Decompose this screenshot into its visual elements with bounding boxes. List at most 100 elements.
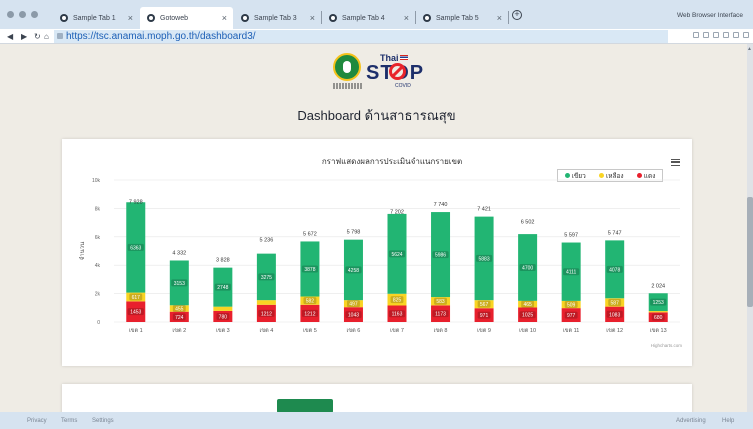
total-label: 6 502	[521, 220, 535, 226]
chart-credit[interactable]: Highcharts.com	[651, 343, 682, 348]
moph-label	[333, 83, 363, 89]
zoom-icon[interactable]	[693, 32, 699, 38]
tab-gotoweb[interactable]: Gotoweb ×	[140, 7, 233, 29]
x-tick-label: เขต 1	[129, 328, 143, 334]
data-label-green: 6363	[130, 245, 141, 251]
tab-label: Gotoweb	[160, 14, 189, 22]
globe-icon	[60, 14, 68, 22]
reader-icon[interactable]	[703, 32, 709, 38]
close-icon[interactable]: ×	[310, 13, 315, 23]
x-tick-label: เขต 10	[519, 328, 536, 334]
data-label-red: 1083	[609, 312, 620, 318]
total-label: 7 202	[390, 210, 404, 216]
y-tick-label: 6k	[95, 235, 101, 241]
maximize-window-button[interactable]	[31, 11, 38, 18]
data-label-red: 680	[654, 315, 663, 321]
print-icon[interactable]	[733, 32, 739, 38]
close-window-button[interactable]	[7, 11, 14, 18]
data-label-green: 4258	[348, 268, 359, 274]
footer-link-advertising[interactable]: Advertising	[676, 418, 706, 424]
cloud-icon[interactable]	[723, 32, 729, 38]
data-label-red: 977	[567, 313, 576, 319]
forward-icon[interactable]: ▶	[21, 32, 27, 41]
url-input[interactable]: https://tsc.anamai.moph.go.th/dashboard3…	[54, 30, 668, 43]
footer-link-settings[interactable]: Settings	[92, 418, 114, 424]
green-button[interactable]	[277, 399, 333, 412]
tab-sample-5[interactable]: Sample Tab 5 ×	[416, 7, 508, 29]
globe-icon	[147, 14, 155, 22]
tab-sample-1[interactable]: Sample Tab 1 ×	[53, 7, 139, 29]
data-label-red: 1453	[130, 310, 141, 316]
tab-bar: Sample Tab 1 × Gotoweb × Sample Tab 3 × …	[0, 0, 753, 29]
x-tick-label: เขต 3	[216, 328, 230, 334]
tab-sample-4[interactable]: Sample Tab 4 ×	[322, 7, 415, 29]
footer-link-privacy[interactable]: Privacy	[27, 418, 47, 424]
menu-icon[interactable]	[743, 32, 749, 38]
tab-sample-3[interactable]: Sample Tab 3 ×	[234, 7, 321, 29]
total-label: 7 740	[434, 202, 448, 208]
footer-link-help[interactable]: Help	[722, 418, 734, 424]
data-label-yellow: 455	[175, 306, 184, 312]
data-label-yellow: 465	[523, 302, 532, 308]
total-label: 5 747	[608, 230, 622, 236]
chart-card: กราฟแสดงผลการประเมินจำแนกรายเขต เขียว เห…	[62, 139, 692, 366]
data-label-yellow: 587	[611, 300, 620, 306]
total-label: 5 597	[564, 233, 578, 239]
home-icon[interactable]: ⌂	[44, 32, 49, 41]
total-label: 2 024	[651, 283, 665, 289]
data-label-green: 3878	[304, 267, 315, 273]
data-label-green: 5883	[479, 256, 490, 262]
total-label: 7 928	[129, 199, 143, 205]
star-icon[interactable]	[713, 32, 719, 38]
x-tick-label: เขต 9	[477, 328, 491, 334]
y-axis-title: จำนวน	[79, 242, 86, 260]
data-label-green: 2748	[217, 285, 228, 291]
total-label: 4 332	[172, 250, 186, 256]
total-label: 5 672	[303, 231, 317, 237]
close-icon[interactable]: ×	[497, 13, 502, 23]
y-tick-label: 10k	[92, 178, 101, 184]
second-card	[62, 384, 692, 412]
thai-stop-covid-logo: Thai STOP COVID	[333, 53, 425, 91]
data-label-green: 5624	[391, 252, 402, 258]
total-label: 7 421	[477, 207, 491, 213]
data-label-green: 4111	[566, 270, 577, 276]
data-label-yellow: 497	[349, 302, 358, 308]
data-label-yellow: 617	[132, 295, 141, 301]
window-label: Web Browser Interface	[677, 12, 743, 19]
close-icon[interactable]: ×	[404, 13, 409, 23]
footer-link-terms[interactable]: Terms	[61, 418, 77, 424]
data-label-yellow: 582	[306, 299, 315, 305]
scrollbar-thumb[interactable]	[747, 197, 753, 307]
globe-icon	[241, 14, 249, 22]
back-icon[interactable]: ◀	[7, 32, 13, 41]
stop-sign-icon	[389, 63, 406, 80]
x-tick-label: เขต 5	[303, 328, 317, 334]
y-tick-label: 4k	[95, 263, 101, 269]
close-icon[interactable]: ×	[128, 13, 133, 23]
data-label-red: 1212	[261, 311, 272, 317]
scroll-up-icon[interactable]: ▲	[747, 46, 752, 52]
reload-icon[interactable]: ↻	[34, 32, 41, 41]
data-label-green: 4700	[522, 265, 533, 271]
globe-icon	[329, 14, 337, 22]
minimize-window-button[interactable]	[19, 11, 26, 18]
x-tick-label: เขต 6	[347, 328, 361, 334]
close-icon[interactable]: ×	[222, 13, 227, 23]
data-label-green: 3153	[174, 281, 185, 287]
data-label-yellow: 583	[436, 299, 445, 305]
logo-covid-text: COVID	[395, 83, 411, 89]
data-label-red: 780	[219, 314, 228, 320]
globe-icon	[423, 14, 431, 22]
tab-separator	[508, 11, 509, 24]
data-label-yellow: 509	[567, 303, 576, 309]
tab-label: Sample Tab 4	[342, 14, 385, 22]
data-label-yellow: 567	[480, 302, 489, 308]
x-tick-label: เขต 11	[563, 328, 579, 334]
bar-segment-yellow	[213, 306, 233, 311]
tab-label: Sample Tab 3	[254, 14, 297, 22]
data-label-red: 971	[480, 313, 489, 319]
moph-seal-icon	[333, 53, 361, 81]
new-tab-icon[interactable]: +	[512, 10, 522, 20]
url-text: https://tsc.anamai.moph.go.th/dashboard3…	[66, 31, 256, 42]
